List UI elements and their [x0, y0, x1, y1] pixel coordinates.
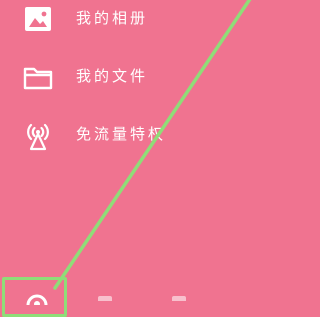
drawer-menu: 我的相册 我的文件 免流量特权	[0, 0, 318, 301]
menu-item-free-data[interactable]: 免流量特权	[0, 113, 230, 157]
bottom-tab-fragment	[172, 296, 186, 301]
photo-album-icon	[22, 3, 54, 35]
bottom-tab-fragment	[98, 296, 112, 301]
menu-item-my-album[interactable]: 我的相册	[0, 0, 230, 41]
menu-item-label: 免流量特权	[76, 125, 167, 143]
menu-item-label: 我的文件	[76, 67, 149, 85]
menu-item-label: 我的相册	[76, 9, 149, 27]
menu-item-my-files[interactable]: 我的文件	[0, 55, 230, 99]
annotation-highlight-box	[2, 277, 67, 317]
folder-icon	[22, 61, 54, 93]
broadcast-tower-icon	[22, 119, 54, 151]
